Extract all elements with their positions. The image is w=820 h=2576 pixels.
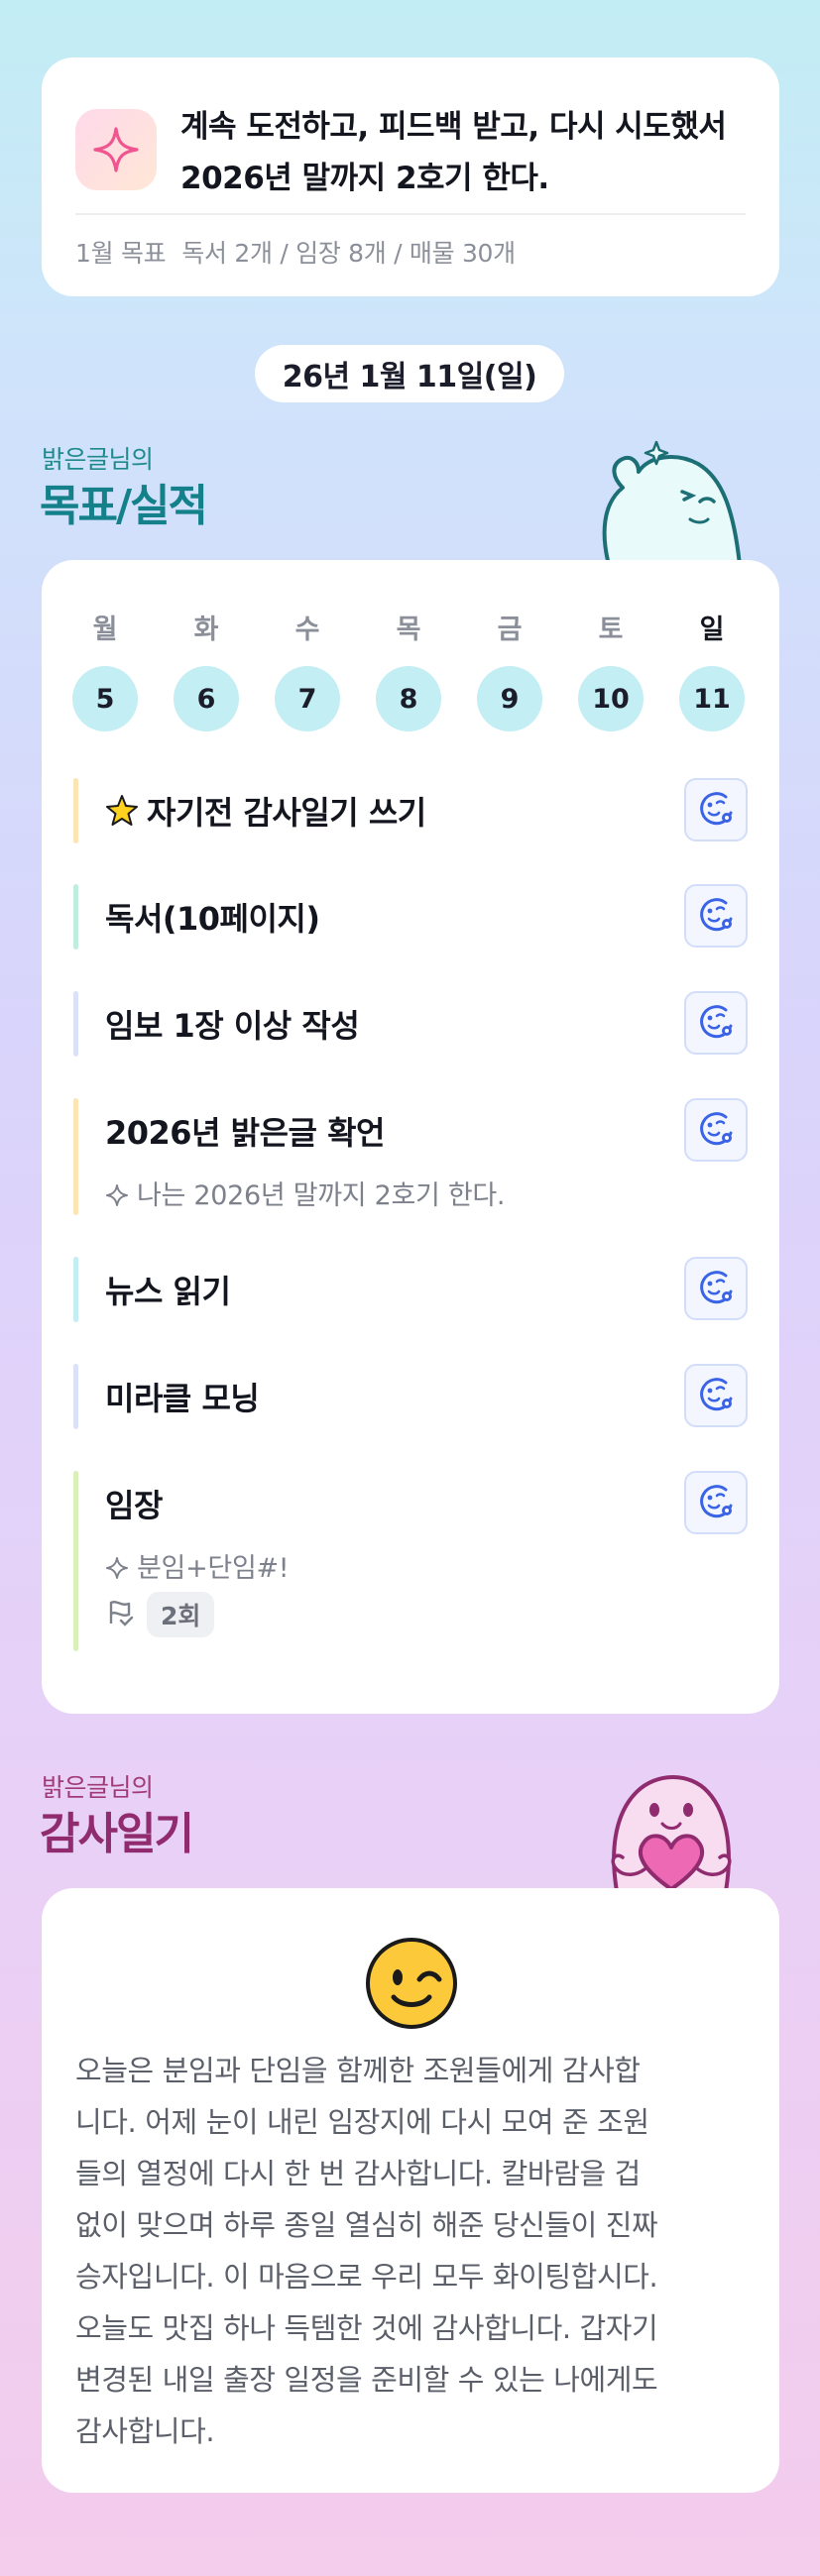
diary-line: 없이 맞으며 하루 종일 열심히 해준 당신들이 진짜 xyxy=(75,2208,658,2242)
section-title-diary: 감사일기 xyxy=(40,1809,194,1859)
monthly-goals-label: 1월 목표 xyxy=(75,239,167,268)
sparkle-icon xyxy=(75,109,157,190)
task-color-bar xyxy=(73,884,78,950)
mascot-ghost-illustration xyxy=(602,440,742,561)
mood-face-button[interactable] xyxy=(684,1098,748,1162)
task-item[interactable]: 임보 1장 이상 작성 xyxy=(73,991,748,1057)
smiley-face-icon xyxy=(697,1375,735,1416)
task-color-bar xyxy=(73,1098,78,1215)
diary-line: 오늘은 분임과 단임을 함께한 조원들에게 감사합 xyxy=(75,2054,641,2087)
mood-face-button[interactable] xyxy=(684,1471,748,1534)
mood-face-button[interactable] xyxy=(684,1257,748,1320)
task-color-bar xyxy=(73,1364,78,1429)
task-label: 미라클 모닝 xyxy=(105,1374,260,1419)
diary-line: 들의 열정에 다시 한 번 감사합니다. 칼바람을 겁 xyxy=(75,2157,641,2190)
divider xyxy=(75,213,746,215)
day-circle[interactable]: 11 xyxy=(679,666,745,731)
diary-line: 오늘도 맛집 하나 득템한 것에 감사합니다. 갑자기 xyxy=(75,2311,658,2345)
diary-text: 오늘은 분임과 단임을 함께한 조원들에게 감사합니다. 어제 눈이 내린 임장… xyxy=(75,2045,750,2457)
task-note: 나는 2026년 말까지 2호기 한다. xyxy=(105,1174,506,1212)
monthly-goals-value: 독서 2개 / 임장 8개 / 매물 30개 xyxy=(181,239,516,268)
task-item[interactable]: 2026년 밝은글 확언나는 2026년 말까지 2호기 한다. xyxy=(73,1098,748,1215)
weekday-label: 월 xyxy=(92,615,118,645)
day-circle[interactable]: 7 xyxy=(275,666,340,731)
task-color-bar xyxy=(73,1471,78,1651)
day-circle[interactable]: 9 xyxy=(477,666,542,731)
task-label: 2026년 밝은글 확언 xyxy=(105,1108,385,1154)
weekday-label: 수 xyxy=(294,615,320,645)
smiley-face-icon xyxy=(697,1268,735,1309)
sparkle-icon xyxy=(105,1554,129,1584)
weekday-label: 목 xyxy=(396,615,421,645)
task-note: 분임+단임#! xyxy=(105,1546,290,1585)
mood-face-button[interactable] xyxy=(684,884,748,948)
flag-check-icon xyxy=(105,1598,135,1631)
diary-line: 니다. 어제 눈이 내린 임장지에 다시 모여 준 조원 xyxy=(75,2105,649,2139)
smiley-face-icon xyxy=(697,1482,735,1523)
weekday-label: 일 xyxy=(699,615,725,645)
task-note-text: 분임+단임#! xyxy=(137,1553,290,1584)
task-item[interactable]: 임장분임+단임#! 2회 xyxy=(73,1471,748,1651)
task-item[interactable]: 독서(10페이지) xyxy=(73,884,748,950)
task-item[interactable]: 뉴스 읽기 xyxy=(73,1257,748,1322)
task-item[interactable]: 자기전 감사일기 쓰기 xyxy=(73,778,748,843)
task-label-text: 미라클 모닝 xyxy=(105,1380,260,1417)
goal-statement: 계속 도전하고, 피드백 받고, 다시 시도했서 2026년 말까지 2호기 한… xyxy=(180,109,727,196)
task-label: 독서(10페이지) xyxy=(105,894,320,940)
task-color-bar xyxy=(73,778,78,843)
monthly-goals: 1월 목표 독서 2개 / 임장 8개 / 매물 30개 xyxy=(75,234,516,270)
diary-line: 변경된 내일 출장 일정을 준비할 수 있는 나에게도 xyxy=(75,2363,658,2397)
day-circle[interactable]: 6 xyxy=(174,666,239,731)
task-count-row: 2회 xyxy=(105,1592,215,1637)
task-color-bar xyxy=(73,1257,78,1322)
task-label-text: 임보 1장 이상 작성 xyxy=(105,1007,360,1045)
weekday-label: 화 xyxy=(193,615,219,645)
day-circle[interactable]: 10 xyxy=(578,666,644,731)
task-label-text: 독서(10페이지) xyxy=(105,900,320,938)
task-label: 임장 xyxy=(105,1481,163,1526)
task-label: 뉴스 읽기 xyxy=(105,1267,231,1312)
smiley-face-icon xyxy=(697,1002,735,1044)
task-note-text: 나는 2026년 말까지 2호기 한다. xyxy=(137,1180,506,1211)
task-label-text: 임장 xyxy=(105,1487,163,1524)
weekday-label: 토 xyxy=(598,615,624,645)
task-label-text: 뉴스 읽기 xyxy=(105,1273,231,1310)
mood-face-button[interactable] xyxy=(684,991,748,1055)
star-icon xyxy=(105,794,139,832)
smiley-face-icon xyxy=(697,895,735,937)
smiley-face-icon xyxy=(697,789,735,831)
mood-face-button[interactable] xyxy=(684,778,748,841)
day-circle[interactable]: 8 xyxy=(376,666,441,731)
mood-face-button[interactable] xyxy=(684,1364,748,1427)
mascot-heart-illustration xyxy=(611,1775,732,1889)
date-label[interactable]: 26년 1월 11일(일) xyxy=(255,345,564,402)
goal-card[interactable]: 계속 도전하고, 피드백 받고, 다시 시도했서 2026년 말까지 2호기 한… xyxy=(42,57,779,296)
diary-line: 승자입니다. 이 마음으로 우리 모두 화이팅합시다. xyxy=(75,2260,658,2294)
task-label-text: 자기전 감사일기 쓰기 xyxy=(147,794,426,832)
sparkle-icon xyxy=(105,1181,129,1211)
task-color-bar xyxy=(73,991,78,1057)
smiley-face-icon xyxy=(697,1109,735,1151)
winking-face-icon xyxy=(364,1936,459,2031)
goals-card: 월 5 화 6 수 7 목 8 금 9 토 10 일 11 자기전 감사일기 쓰기독서(10페이지) 임보 … xyxy=(42,560,779,1714)
weekday-label: 금 xyxy=(497,615,523,645)
task-label: 임보 1장 이상 작성 xyxy=(105,1001,360,1047)
diary-line: 감사합니다. xyxy=(75,2414,215,2448)
count-badge: 2회 xyxy=(147,1592,215,1637)
task-label-text: 2026년 밝은글 확언 xyxy=(105,1114,385,1152)
task-label: 자기전 감사일기 쓰기 xyxy=(105,788,426,834)
task-item[interactable]: 미라클 모닝 xyxy=(73,1364,748,1429)
day-circle[interactable]: 5 xyxy=(72,666,138,731)
gratitude-diary-card: 오늘은 분임과 단임을 함께한 조원들에게 감사합니다. 어제 눈이 내린 임장… xyxy=(42,1888,779,2493)
section-title-goals: 목표/실적 xyxy=(40,481,208,531)
